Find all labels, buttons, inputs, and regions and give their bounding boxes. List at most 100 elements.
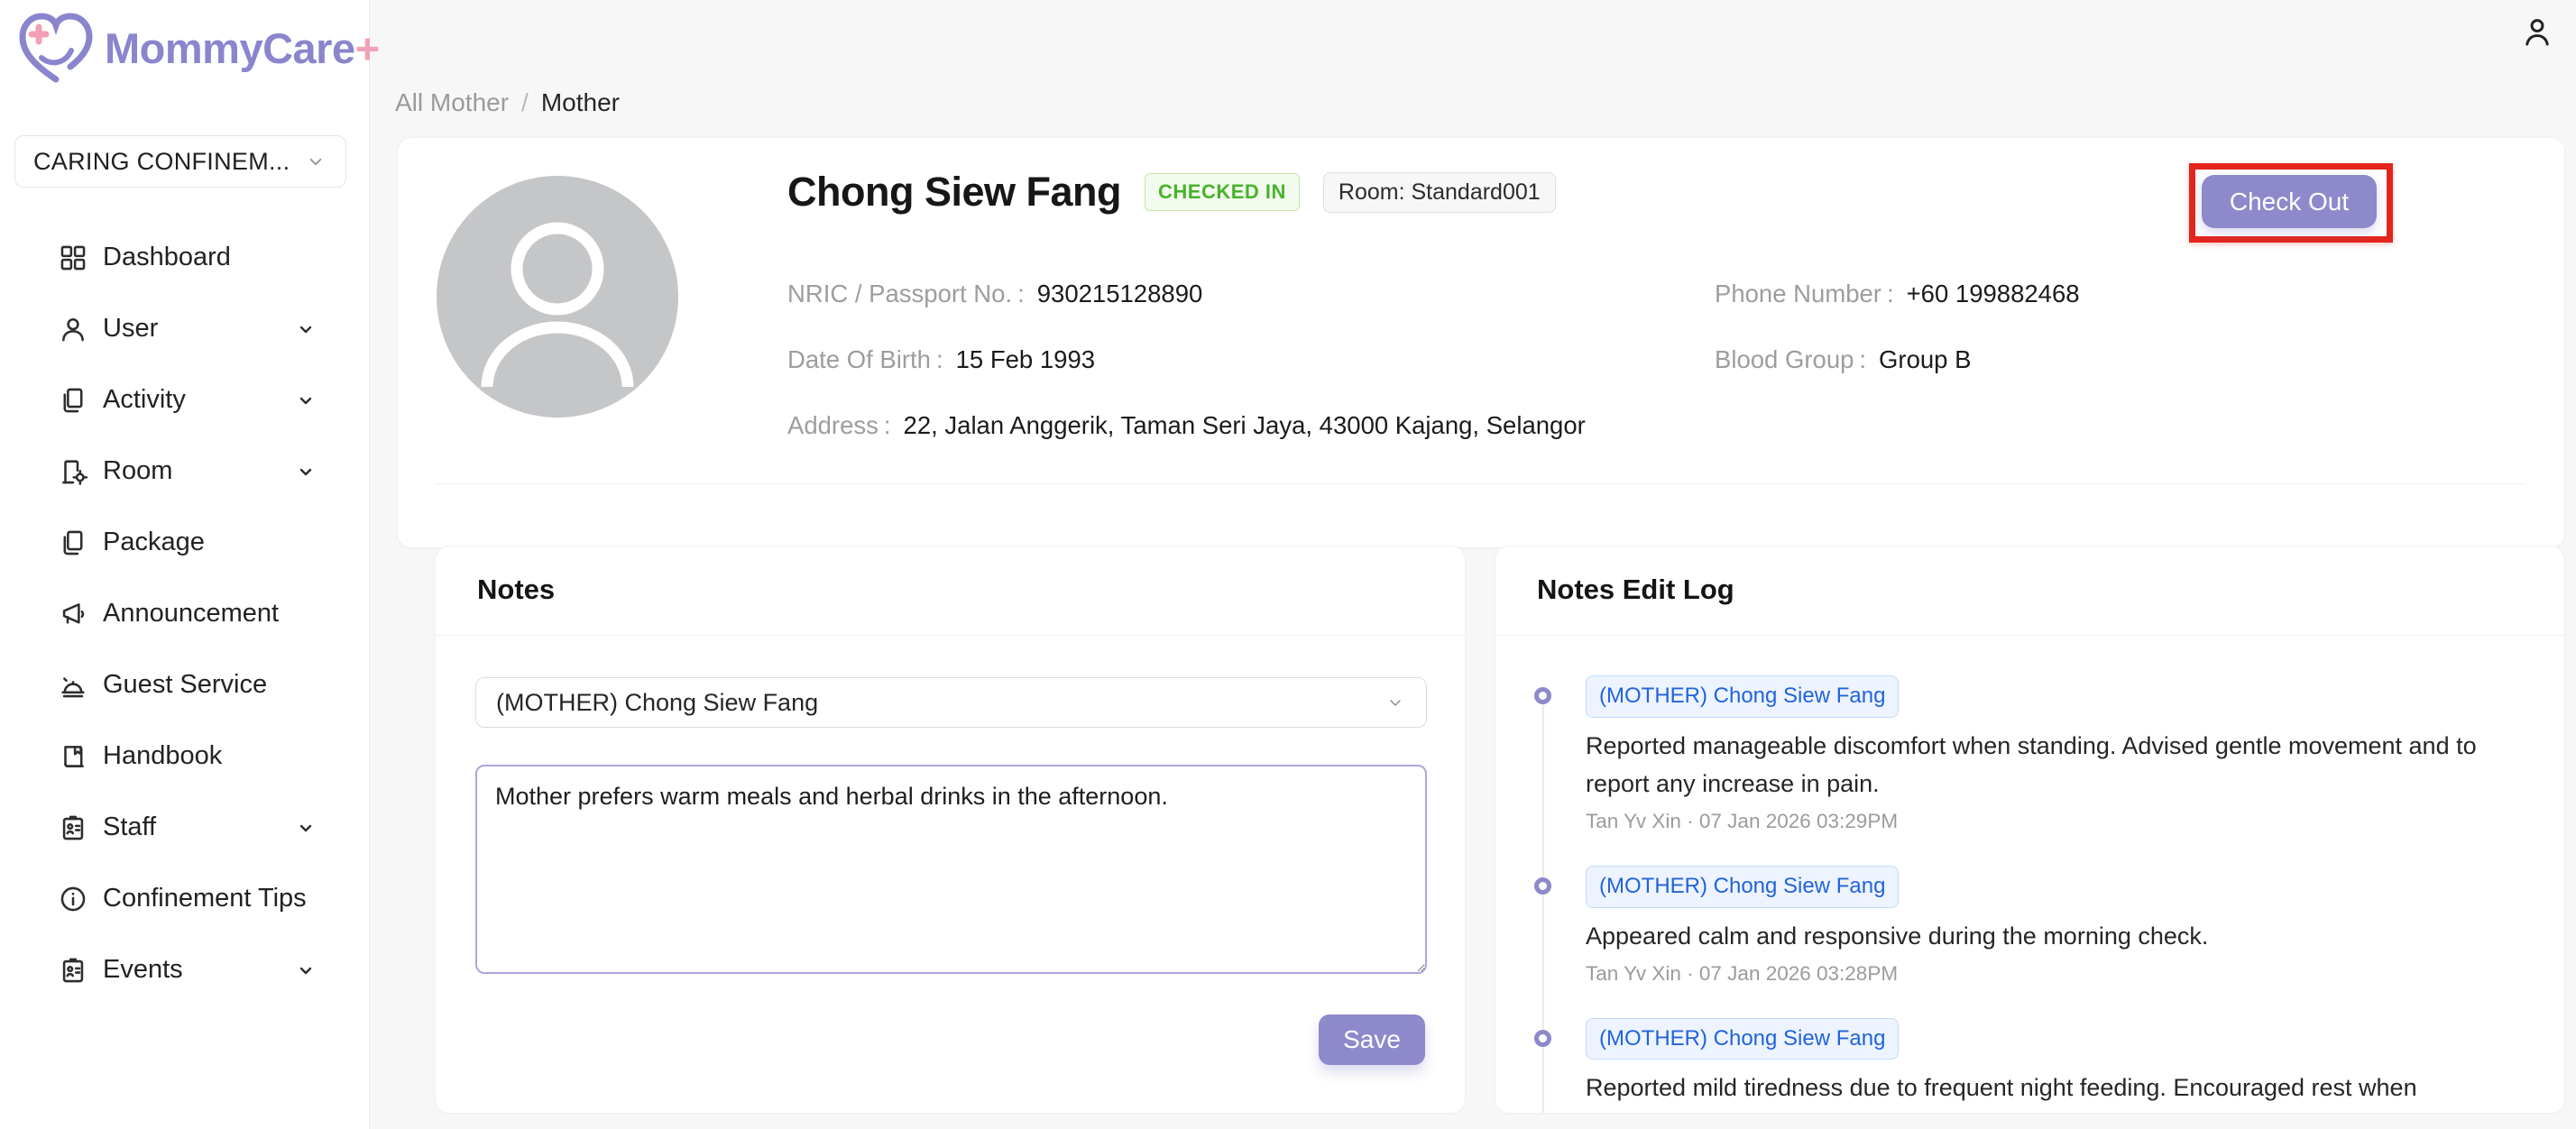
notes-edit-log-title: Notes Edit Log [1537, 574, 1734, 606]
megaphone-icon [58, 599, 88, 629]
room-badge: Room: Standard001 [1323, 172, 1556, 213]
mother-profile-card: Chong Siew Fang CHECKED IN Room: Standar… [397, 137, 2565, 548]
chevron-down-icon [295, 817, 317, 839]
clipboard-icon [58, 528, 88, 558]
sidebar-item-package[interactable]: Package [0, 507, 369, 578]
brand-plus: + [355, 24, 380, 72]
log-entry-text: Appeared calm and responsive during the … [1586, 917, 2479, 955]
service-bell-icon [58, 670, 88, 701]
sidebar-item-label: Room [103, 456, 172, 486]
chevron-down-icon [295, 461, 317, 482]
field-address: Address:22, Jalan Anggerik, Taman Seri J… [787, 392, 1586, 458]
field-date-of-birth: Date Of Birth:15 Feb 1993 [787, 326, 1586, 392]
log-entry-text: Reported mild tiredness due to frequent … [1586, 1069, 2479, 1106]
book-icon [58, 741, 88, 772]
clipboard-icon [58, 385, 88, 416]
field-blood-group: Blood Group:Group B [1715, 326, 2080, 392]
chevron-down-icon [1385, 692, 1406, 713]
organization-selector[interactable]: CARING CONFINEM... [14, 135, 346, 188]
sidebar-item-confinement-tips[interactable]: Confinement Tips [0, 863, 369, 934]
id-badge-icon [58, 812, 88, 843]
field-value: Group B [1879, 345, 1971, 374]
breadcrumb: All Mother / Mother [395, 88, 620, 117]
sidebar-item-announcement[interactable]: Announcement [0, 578, 369, 649]
sidebar-item-staff[interactable]: Staff [0, 792, 369, 863]
timeline-bullet-icon [1534, 687, 1551, 704]
field-value: +60 199882468 [1907, 280, 2080, 308]
user-icon [58, 314, 88, 344]
notes-card-divider [436, 635, 1465, 636]
heart-hand-logo-icon [14, 7, 97, 88]
sidebar-item-label: Guest Service [103, 670, 267, 700]
sidebar-item-label: Handbook [103, 741, 222, 771]
sidebar-item-label: Activity [103, 385, 186, 415]
field-phone-number: Phone Number: +60 199882468 [1715, 261, 2080, 326]
sidebar: MommyCare+ CARING CONFINEM... Dashboard … [0, 0, 370, 1129]
notes-title: Notes [477, 574, 555, 606]
save-button[interactable]: Save [1319, 1014, 1425, 1065]
dashboard-grid-icon [58, 243, 88, 273]
sidebar-item-label: Confinement Tips [103, 884, 307, 913]
field-value: 22, Jalan Anggerik, Taman Seri Jaya, 430… [904, 411, 1586, 440]
field-value: 15 Feb 1993 [956, 345, 1095, 374]
timeline-bullet-icon [1534, 1030, 1551, 1047]
sidebar-item-handbook[interactable]: Handbook [0, 721, 369, 792]
chevron-down-icon [295, 318, 317, 340]
check-out-button[interactable]: Check Out [2202, 175, 2377, 228]
field-label: NRIC / Passport No. [787, 280, 1012, 308]
notes-person-select-value: (MOTHER) Chong Siew Fang [496, 689, 818, 717]
sidebar-item-room[interactable]: Room [0, 436, 369, 507]
field-colon: : [1859, 345, 1866, 374]
sidebar-item-label: Announcement [103, 599, 279, 629]
sidebar-item-guest-service[interactable]: Guest Service [0, 649, 369, 721]
sidebar-nav: Dashboard User Activity Room Package Ann… [0, 222, 369, 1005]
field-label: Date Of Birth [787, 345, 931, 374]
log-entry-tag: (MOTHER) Chong Siew Fang [1586, 866, 1899, 908]
field-colon: : [1887, 280, 1894, 308]
log-entry: (MOTHER) Chong Siew Fang Appeared calm a… [1586, 866, 2523, 986]
profile-fields-right-column: Phone Number:+60 199882468 Blood Group:G… [1715, 261, 2080, 392]
profile-header: Chong Siew Fang CHECKED IN Room: Standar… [787, 169, 1556, 216]
organization-selector-value: CARING CONFINEM... [33, 148, 290, 176]
chevron-down-icon [295, 959, 317, 981]
log-entry-meta: Tan Yv Xin · 07 Jan 2026 03:28PM [1586, 962, 2523, 986]
notes-edit-log-body: (MOTHER) Chong Siew Fang Reported manage… [1495, 636, 2564, 1113]
log-entry-tag: (MOTHER) Chong Siew Fang [1586, 1018, 1899, 1060]
field-nric: NRIC / Passport No.:930215128890 [787, 261, 1586, 326]
field-colon: : [936, 345, 943, 374]
breadcrumb-separator: / [521, 88, 529, 117]
sidebar-item-label: Dashboard [103, 243, 231, 272]
profile-avatar [437, 176, 678, 418]
field-colon: : [1017, 280, 1025, 308]
sidebar-item-user[interactable]: User [0, 293, 369, 364]
breadcrumb-all-mother[interactable]: All Mother [395, 88, 509, 117]
notes-edit-log-card: Notes Edit Log (MOTHER) Chong Siew Fang … [1495, 546, 2565, 1114]
profile-card-divider [436, 483, 2526, 484]
status-badge-checked-in: CHECKED IN [1145, 173, 1300, 211]
field-label: Address [787, 411, 879, 440]
field-label: Phone Number [1715, 280, 1881, 308]
sidebar-item-label: Staff [103, 812, 156, 842]
notes-person-select[interactable]: (MOTHER) Chong Siew Fang [475, 677, 1427, 728]
brand-name: MommyCare+ [105, 23, 380, 73]
timeline-bullet-icon [1534, 877, 1551, 895]
brand-logo: MommyCare+ [14, 7, 380, 88]
field-colon: : [884, 411, 891, 440]
page-title-mother-name: Chong Siew Fang [787, 169, 1121, 216]
sidebar-item-label: User [103, 314, 158, 344]
info-icon [58, 884, 88, 914]
log-entry: (MOTHER) Chong Siew Fang Reported manage… [1586, 675, 2523, 833]
log-entry: (MOTHER) Chong Siew Fang Reported mild t… [1586, 1018, 2523, 1107]
chevron-down-icon [295, 390, 317, 411]
door-gear-icon [58, 456, 88, 487]
id-badge-icon [58, 955, 88, 986]
sidebar-item-label: Events [103, 955, 183, 985]
sidebar-item-activity[interactable]: Activity [0, 364, 369, 436]
sidebar-item-events[interactable]: Events [0, 934, 369, 1005]
sidebar-item-dashboard[interactable]: Dashboard [0, 222, 369, 293]
profile-fields-left-column: NRIC / Passport No.:930215128890 Date Of… [787, 261, 1586, 458]
account-avatar-icon[interactable] [2518, 13, 2556, 50]
log-entry-tag: (MOTHER) Chong Siew Fang [1586, 675, 1899, 718]
notes-textarea[interactable]: Mother prefers warm meals and herbal dri… [475, 765, 1427, 974]
sidebar-item-label: Package [103, 528, 205, 557]
